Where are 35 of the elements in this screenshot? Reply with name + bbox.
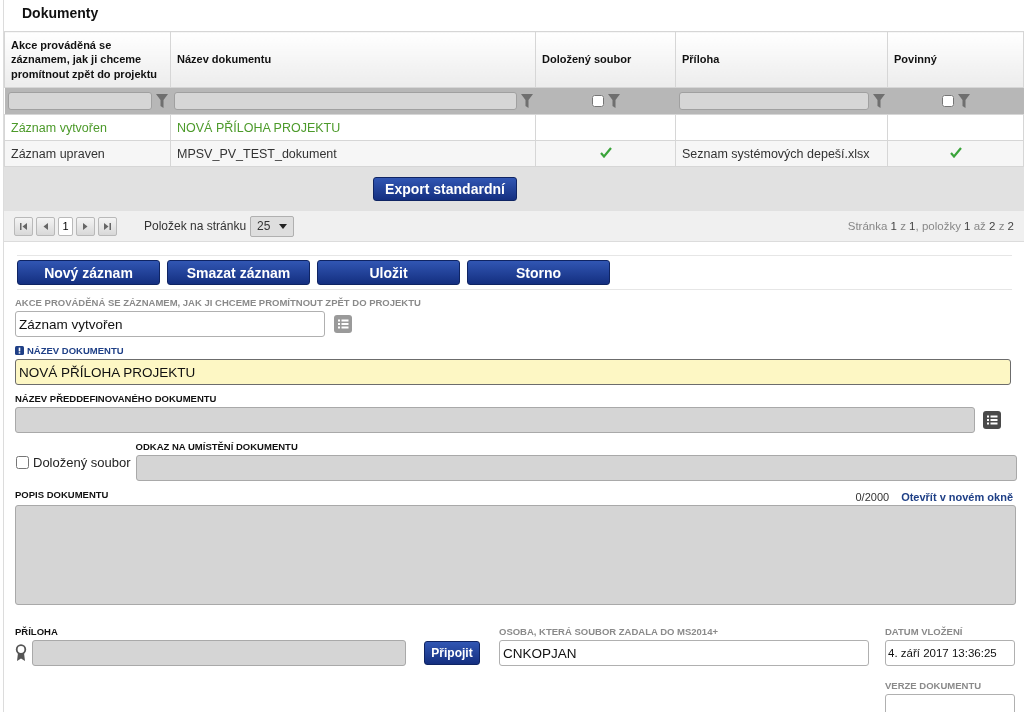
action-field[interactable]: Záznam vytvořen [15, 311, 325, 337]
column-header: Akce prováděná se záznamem, jak ji chceme promítnout zpět do projektu [4, 31, 171, 88]
page-size-label: Položek na stránku [144, 219, 247, 233]
action-button[interactable]: Smazat záznam [167, 260, 310, 285]
field-label: PŘÍLOHA [15, 626, 58, 637]
action-button[interactable]: Nový záznam [17, 260, 160, 285]
person-field[interactable]: CNKOPJAN [499, 640, 869, 666]
field-label: AKCE PROVÁDĚNÁ SE ZÁZNAMEM, JAK JI CHCEME PROMÍTNOUT ZPĚT DO PROJEKTU [15, 297, 421, 308]
field-label: OSOBA, KTERÁ SOUBOR ZADALA DO MS2014+ [499, 626, 718, 637]
field-label: DATUM VLOŽENÍ [885, 626, 963, 637]
column-header: Doložený soubor [535, 31, 676, 88]
action-button[interactable]: Uložit [317, 260, 460, 285]
section-title: Dokumenty [22, 4, 100, 21]
column-header: Název dokumentu [170, 31, 536, 88]
export-button[interactable]: Export standardní [373, 177, 517, 201]
field-label: VERZE DOKUMENTU [885, 680, 982, 691]
pagination-summary: Stránka 1 z 1, položky 1 až 2 z 2 [847, 220, 1014, 232]
table-cell: Záznam upraven [4, 140, 171, 167]
date-field[interactable]: 4. září 2017 13:36:25 [885, 640, 1015, 666]
field-label: NÁZEV DOKUMENTU [27, 345, 124, 356]
field-label: ODKAZ NA UMÍSTĚNÍ DOKUMENTU [135, 441, 298, 452]
field-label: POPIS DOKUMENTU [15, 489, 109, 500]
table-cell: NOVÁ PŘÍLOHA PROJEKTU [170, 114, 536, 141]
table-cell: Seznam systémových depeší.xlsx [675, 140, 888, 167]
table-cell: Záznam vytvořen [4, 114, 171, 141]
page-size-select[interactable]: 25 [250, 215, 295, 237]
column-header: Příloha [675, 31, 888, 88]
action-button[interactable]: Storno [467, 260, 610, 285]
table-cell: MPSV_PV_TEST_dokument [170, 140, 536, 167]
character-counter: 0/2000 [855, 491, 890, 503]
column-header: Povinný [887, 31, 1024, 88]
checkbox-label: Doložený soubor [33, 455, 131, 470]
document-name-field[interactable]: NOVÁ PŘÍLOHA PROJEKTU [15, 359, 1011, 385]
page-field[interactable]: 1 [58, 216, 73, 236]
field-label: NÁZEV PŘEDDEFINOVANÉHO DOKUMENTU [15, 393, 217, 404]
